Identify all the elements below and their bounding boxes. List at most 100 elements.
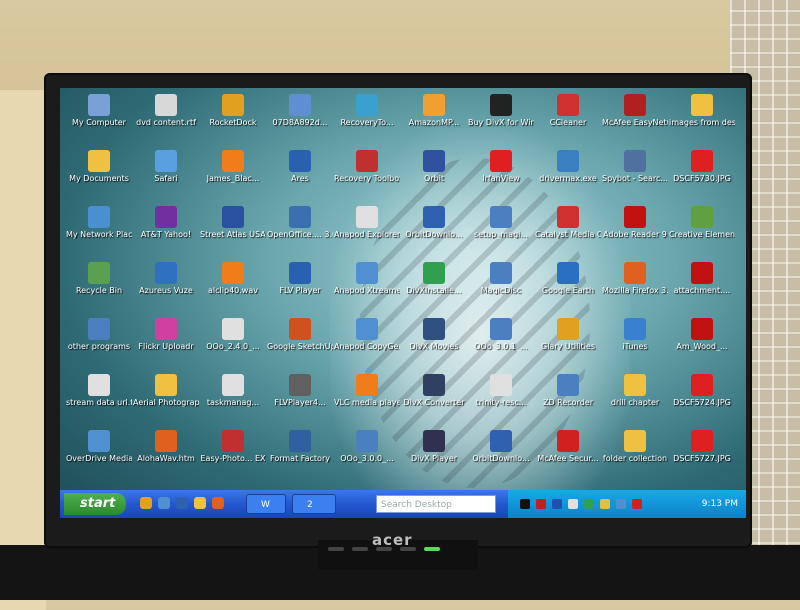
desktop-icon[interactable]: Recovery Toolbox for ... [334,150,400,183]
desktop-icon[interactable]: CCleaner [535,94,601,127]
tray-icon[interactable] [536,499,546,509]
desktop-icon-label: Google Earth [541,286,595,295]
desktop-icon[interactable]: Aerial Photography [133,374,199,407]
desktop-icon[interactable]: Safari [133,150,199,183]
taskbar-task-firefox[interactable]: 2 [292,494,336,514]
desktop-icon[interactable]: RocketDock [200,94,266,127]
sketchup-icon [289,318,311,340]
desktop-icon[interactable]: OrbitDownlo... [468,430,534,463]
desktop-icon[interactable]: DSCF5730.JPG [669,150,735,183]
desktop-icon[interactable]: Anapod CopyGear [334,318,400,351]
desktop-icon[interactable]: AlohaWav.htm [133,430,199,463]
desktop-icon[interactable]: OOo_3.0.1_... [468,318,534,351]
desktop-icon[interactable]: folder collection [602,430,668,463]
desktop-icon[interactable]: Buy DivX for Windows [468,94,534,127]
desktop-icon[interactable]: DivX Player [401,430,467,463]
desktop-icon[interactable]: other programs [66,318,132,351]
desktop-icon[interactable]: drill chapter [602,374,668,407]
start-button[interactable]: start [64,493,126,515]
tray-icon[interactable] [568,499,578,509]
tray-icon[interactable] [616,499,626,509]
desktop-icon[interactable]: RecoveryTo... [334,94,400,127]
mcafee-tray-icon[interactable] [632,499,642,509]
desktop-icon[interactable]: setup_magi... [468,206,534,239]
monitor-button[interactable] [352,547,368,551]
tray-icon[interactable] [600,499,610,509]
desktop-icon[interactable]: alclip40.wav [200,262,266,295]
monitor-button[interactable] [400,547,416,551]
desktop-icon[interactable]: DivX Converter [401,374,467,407]
orbit-icon [423,206,445,228]
desktop-icon[interactable]: James_Blac... [200,150,266,183]
quicklaunch-icon[interactable] [140,497,152,509]
desktop-icon[interactable]: Ares [267,150,333,183]
desktop-icon[interactable]: McAfee EasyNetwork [602,94,668,127]
desktop-icon[interactable]: AT&T Yahoo! [133,206,199,239]
desktop-icon[interactable]: VLC media player [334,374,400,407]
power-light-icon[interactable] [424,547,440,551]
desktop-icon[interactable]: Google SketchUp 7 [267,318,333,351]
desktop-icon[interactable]: trinity-resc... [468,374,534,407]
desktop-icon[interactable]: Recycle Bin [66,262,132,295]
desktop-icon-label: OOo_3.0.1_... [474,342,528,351]
desktop-icon[interactable]: DSCF5727.JPG [669,430,735,463]
desktop-icon[interactable]: images from desktop [669,94,735,127]
tray-icon[interactable] [552,499,562,509]
desktop-icon[interactable]: FLV Player [267,262,333,295]
desktop-icon[interactable]: Glary Utilities [535,318,601,351]
monitor-button[interactable] [376,547,392,551]
desktop-icon[interactable]: OpenOffice.... 3.0 [267,206,333,239]
taskbar-task-window[interactable]: W [246,494,286,514]
desktop-icon[interactable]: My Documents [66,150,132,183]
desktop-icon[interactable]: Spybot - Searc... [602,150,668,183]
quicklaunch-icon[interactable] [212,497,224,509]
quicklaunch-icon[interactable] [176,497,188,509]
quicklaunch-icon[interactable] [158,497,170,509]
desktop-icon[interactable]: Anapod Explorer [334,206,400,239]
tray-icon[interactable] [584,499,594,509]
desktop-icon[interactable]: Anapod Xtreamer [334,262,400,295]
search-desktop-input[interactable]: Search Desktop [376,495,496,513]
desktop-icon-label: Google SketchUp 7 [267,342,333,351]
desktop-icon[interactable]: DivXInstalle... [401,262,467,295]
desktop-icon[interactable]: Flickr Uploadr [133,318,199,351]
quicklaunch-icon[interactable] [194,497,206,509]
desktop-icon[interactable]: Am_Wood_... [669,318,735,351]
desktop-icon[interactable]: DivX Movies [401,318,467,351]
desktop-icon[interactable]: dvd content.rtf [133,94,199,127]
desktop-icon[interactable]: My Computer [66,94,132,127]
desktop-icon-label: Street Atlas USA 2009 [200,230,266,239]
desktop-icon[interactable]: Azureus Vuze [133,262,199,295]
monitor-button[interactable] [328,547,344,551]
computer-icon [88,94,110,116]
desktop-icon[interactable]: 07D8A892d... [267,94,333,127]
desktop-icon[interactable]: stream data url.txt [66,374,132,407]
desktop-icon[interactable]: OrbitDownlo... [401,206,467,239]
tray-icon[interactable] [520,499,530,509]
desktop-icon[interactable]: IrfanView [468,150,534,183]
desktop-icon[interactable]: iTunes [602,318,668,351]
desktop-icon[interactable]: Google Earth [535,262,601,295]
desktop-icon[interactable]: Mozilla Firefox 3.1 Beta 3 [602,262,668,295]
desktop-icon[interactable]: attachment.... [669,262,735,295]
desktop-icon[interactable]: McAfee Secur... [535,430,601,463]
desktop-icon[interactable]: MagicDisc [468,262,534,295]
desktop-icon[interactable]: OverDrive Media Console [66,430,132,463]
desktop-icon[interactable]: OOo_2.4.0_... [200,318,266,351]
desktop-icon[interactable]: Orbit [401,150,467,183]
desktop-icon[interactable]: Format Factory [267,430,333,463]
desktop-icon[interactable]: drivermax.exe [535,150,601,183]
desktop-icon[interactable]: Adobe Reader 9 [602,206,668,239]
desktop-icon[interactable]: My Network Places [66,206,132,239]
desktop-icon[interactable]: Easy-Photo... EX [200,430,266,463]
desktop-icon[interactable]: OOo_3.0.0_... [334,430,400,463]
desktop-icon[interactable]: FLVPlayer4... [267,374,333,407]
desktop-icon[interactable]: Creative Element Po... [669,206,735,239]
desktop-icon[interactable]: Catalyst Media Center [535,206,601,239]
desktop-icon[interactable]: AmazonMP... [401,94,467,127]
desktop-icon[interactable]: DSCF5724.JPG [669,374,735,407]
desktop-icon-label: AT&T Yahoo! [140,230,192,239]
desktop-icon[interactable]: ZD Recorder [535,374,601,407]
desktop-icon[interactable]: taskmanag... [200,374,266,407]
desktop-icon[interactable]: Street Atlas USA 2009 [200,206,266,239]
